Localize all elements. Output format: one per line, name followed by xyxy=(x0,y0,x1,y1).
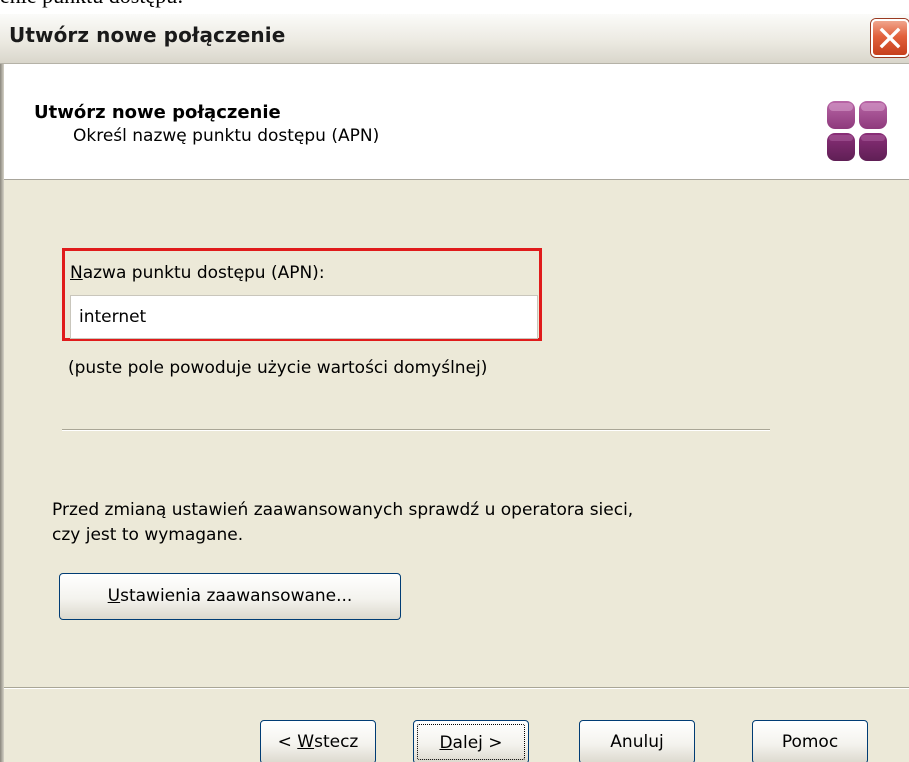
advanced-note: Przed zmianą ustawień zaawansowanych spr… xyxy=(52,498,633,548)
back-button-prefix: < xyxy=(277,732,298,752)
close-icon xyxy=(879,27,901,49)
header-title: Utwórz nowe połączenie xyxy=(34,102,281,123)
window-title: Utwórz nowe połączenie xyxy=(9,23,286,47)
apn-label: Nazwa punktu dostępu (APN): xyxy=(70,263,325,283)
next-button-focus-ring: Dalej > xyxy=(417,724,525,760)
back-button-mnemonic: W xyxy=(297,732,315,752)
apn-input[interactable] xyxy=(70,295,538,339)
title-bar[interactable]: Utwórz nowe połączenie xyxy=(0,14,909,64)
advanced-button-label: stawienia zaawansowane... xyxy=(120,586,353,606)
help-button[interactable]: Pomoc xyxy=(752,720,868,762)
advanced-button-mnemonic: U xyxy=(107,586,121,606)
next-button[interactable]: Dalej > xyxy=(413,720,529,762)
window-frame-left xyxy=(0,64,4,762)
next-button-mnemonic: D xyxy=(439,733,453,753)
advanced-note-line-2: czy jest to wymagane. xyxy=(52,525,244,545)
wizard-header: Utwórz nowe połączenie Określ nazwę punk… xyxy=(0,64,909,180)
header-subtitle: Określ nazwę punktu dostępu (APN) xyxy=(73,126,380,146)
dialog-window: Utwórz nowe połączenie Utwórz nowe połąc… xyxy=(0,14,909,762)
back-button-label: stecz xyxy=(314,732,359,752)
next-button-label: alej > xyxy=(452,733,503,753)
apn-hint: (puste pole powoduje użycie wartości dom… xyxy=(68,358,488,378)
page-text-fragment: enie punktu dostępu: xyxy=(0,0,183,9)
apn-label-text: azwa punktu dostępu (APN): xyxy=(82,263,325,283)
cancel-button[interactable]: Anuluj xyxy=(579,720,695,762)
advanced-note-line-1: Przed zmianą ustawień zaawansowanych spr… xyxy=(52,500,634,520)
advanced-settings-button[interactable]: Ustawienia zaawansowane... xyxy=(59,573,401,620)
wizard-tiles-icon xyxy=(827,101,887,161)
apn-label-mnemonic: N xyxy=(70,263,83,283)
footer-divider xyxy=(0,687,909,689)
section-divider xyxy=(62,429,770,431)
back-button[interactable]: < Wstecz xyxy=(260,720,376,762)
close-button[interactable] xyxy=(871,19,909,57)
